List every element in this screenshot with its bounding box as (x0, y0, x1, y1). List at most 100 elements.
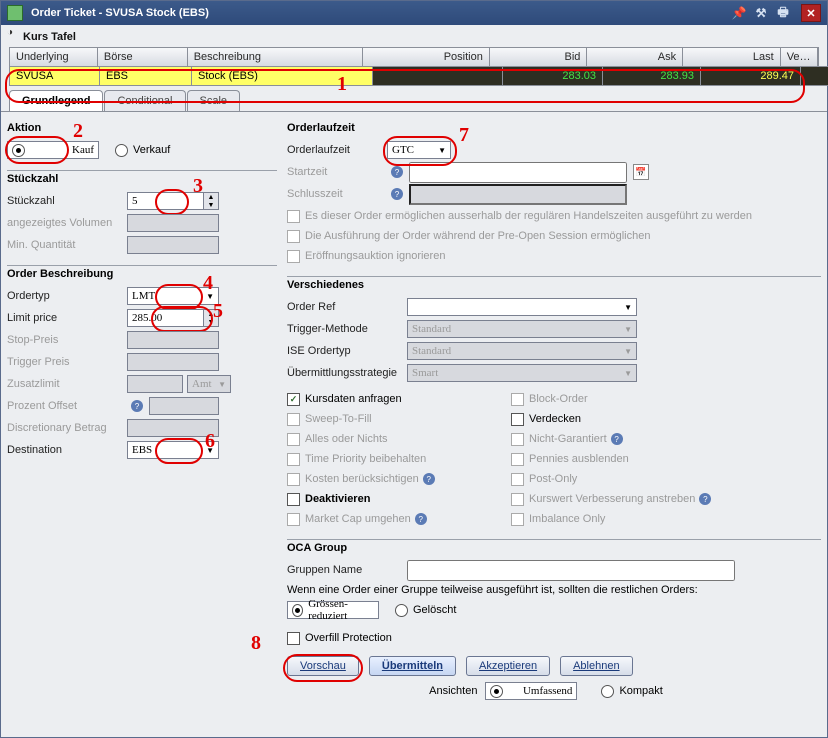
orderref-select[interactable]: ▼ (407, 298, 637, 316)
tif-select[interactable]: GTC ▼ (387, 141, 451, 159)
section-orderlaufzeit: Orderlaufzeit Orderlaufzeit GTC▼ 7 Start… (287, 122, 821, 266)
vorschau-button[interactable]: Vorschau (287, 656, 359, 676)
cell-description: Stock (EBS) (192, 67, 372, 85)
ablehnen-button[interactable]: Ablehnen (560, 656, 633, 676)
col-underlying[interactable]: Underlying (10, 48, 98, 66)
collapse-icon[interactable]: ◑ (7, 27, 19, 39)
chk-kosten: Kosten berücksichtigen? (287, 469, 497, 489)
uebermitteln-button[interactable]: Übermitteln (369, 656, 456, 676)
chk-deaktivieren[interactable]: Deaktivieren (287, 489, 497, 509)
section-order-beschreibung: Order Beschreibung Ordertyp LMT▼ 4 Limit… (7, 265, 277, 460)
close-icon[interactable]: ✕ (801, 4, 821, 22)
col-ask[interactable]: Ask (587, 48, 683, 66)
ordertyp-label: Ordertyp (7, 290, 127, 302)
chk-sweep: Sweep-To-Fill (287, 409, 497, 429)
info-icon[interactable]: ? (391, 188, 403, 200)
chk-pennies: Pennies ausblenden (511, 449, 721, 469)
cell-exchange: EBS (100, 67, 192, 85)
info-icon[interactable]: ? (415, 513, 427, 525)
tab-conditional[interactable]: Conditional (104, 90, 185, 111)
oca-heading: OCA Group (287, 542, 821, 554)
col-last[interactable]: Last (683, 48, 781, 66)
info-icon[interactable]: ? (423, 473, 435, 485)
radio-verkauf-label: Verkauf (133, 144, 170, 156)
angezeigtes-volumen-label: angezeigtes Volumen (7, 217, 127, 229)
section-oca: OCA Group Gruppen Name Wenn eine Order e… (287, 539, 821, 648)
chk-verdecken[interactable]: Verdecken (511, 409, 721, 429)
limitprice-label: Limit price (7, 312, 127, 324)
col-position[interactable]: Position (363, 48, 490, 66)
ordertyp-value: LMT (132, 290, 155, 302)
cell-last: 289.47 (701, 67, 801, 85)
destination-select[interactable]: EBS▼ (127, 441, 219, 459)
chk-eroeffnung: Eröffnungsauktion ignorieren (287, 246, 821, 266)
chk-postonly: Post-Only (511, 469, 721, 489)
min-qty-input (127, 236, 219, 254)
zusatzlimit-input (127, 375, 183, 393)
orderlaufzeit-label: Orderlaufzeit (287, 144, 387, 156)
pin-icon[interactable]: 📌 (731, 5, 747, 21)
main-body: Aktion Kauf Verkauf 2 Stückzahl Stückzah… (1, 111, 827, 737)
cell-ask: 283.93 (603, 67, 701, 85)
radio-umfassend[interactable]: Umfassend (485, 682, 577, 700)
ise-ordertyp-select[interactable]: Standard▼ (407, 342, 637, 360)
info-icon[interactable]: ? (391, 166, 403, 178)
uebermittlung-label: Übermittlungsstrategie (287, 367, 407, 379)
radio-verkauf[interactable]: Verkauf (115, 144, 170, 157)
ise-ordertyp-label: ISE Ordertyp (287, 345, 407, 357)
chk-overfill[interactable]: Overfill Protection (287, 628, 497, 648)
zusatzlimit-type: Amt▼ (187, 375, 231, 393)
lmt-down-icon[interactable]: ▼ (204, 318, 218, 326)
stoppreis-label: Stop-Preis (7, 334, 127, 346)
gruppen-name-label: Gruppen Name (287, 564, 407, 576)
calendar-icon[interactable]: 📅 (633, 164, 649, 180)
tif-value: GTC (392, 144, 414, 156)
radio-groessen-reduziert[interactable]: Grössen-reduziert (287, 601, 379, 619)
tab-grundlegend[interactable]: Grundlegend (9, 90, 103, 111)
chevron-down-icon: ▼ (438, 146, 446, 155)
titlebar: Order Ticket - SVUSA Stock (EBS) 📌 ⚒ 🖶 ✕ (1, 1, 827, 25)
col-bid[interactable]: Bid (490, 48, 588, 66)
tab-scale[interactable]: Scale (187, 90, 241, 111)
chk-kursdaten[interactable]: Kursdaten anfragen (287, 389, 497, 409)
ordertyp-select[interactable]: LMT ▼ (127, 287, 219, 305)
col-exchange[interactable]: Börse (98, 48, 188, 66)
chk-aon: Alles oder Nichts (287, 429, 497, 449)
radio-kompakt[interactable]: Kompakt (601, 685, 662, 698)
verschiedenes-heading: Verschiedenes (287, 279, 821, 291)
cell-verla (801, 67, 828, 85)
gruppen-name-input[interactable] (407, 560, 735, 581)
col-description[interactable]: Beschreibung (188, 48, 363, 66)
chk-ausserhalb: Es dieser Order ermöglichen ausserhalb d… (287, 206, 821, 226)
config-icon[interactable]: ⚒ (753, 5, 769, 21)
triggermeth-select[interactable]: Standard▼ (407, 320, 637, 338)
tab-bar: Grundlegend Conditional Scale (9, 90, 827, 111)
quantity-value: 5 (132, 195, 138, 207)
stueckzahl-label: Stückzahl (7, 195, 127, 207)
qty-up-icon[interactable]: ▲ (204, 193, 218, 201)
akzeptieren-button[interactable]: Akzeptieren (466, 656, 550, 676)
radio-geloescht[interactable]: Gelöscht (395, 604, 456, 617)
cell-position (373, 67, 503, 85)
chk-imbalance: Imbalance Only (511, 509, 721, 529)
radio-kauf[interactable]: Kauf (7, 141, 99, 159)
uebermittlung-select[interactable]: Smart▼ (407, 364, 637, 382)
prozent-offset-label: Prozent Offset (7, 400, 127, 412)
lmt-up-icon[interactable]: ▲ (204, 310, 218, 318)
info-icon[interactable]: ? (131, 400, 143, 412)
limit-price-stepper[interactable]: 285.00▲▼ (127, 309, 219, 327)
qty-down-icon[interactable]: ▼ (204, 201, 218, 209)
chevron-down-icon: ▼ (206, 446, 214, 455)
chevron-down-icon: ▼ (206, 292, 214, 301)
startzeit-input[interactable] (409, 162, 627, 183)
triggerpreis-label: Trigger Preis (7, 356, 127, 368)
quantity-stepper[interactable]: 5 ▲▼ (127, 192, 219, 210)
right-column: Orderlaufzeit Orderlaufzeit GTC▼ 7 Start… (277, 116, 821, 731)
col-verla[interactable]: Verla... (781, 48, 818, 66)
quote-row-right[interactable]: 283.03 283.93 289.47 (373, 66, 828, 86)
print-icon[interactable]: 🖶 (775, 5, 791, 21)
chk-timeprio: Time Priority beibehalten (287, 449, 497, 469)
info-icon[interactable]: ? (699, 493, 711, 505)
info-icon[interactable]: ? (611, 433, 623, 445)
quote-row-left[interactable]: SVUSA EBS Stock (EBS) (9, 66, 373, 86)
